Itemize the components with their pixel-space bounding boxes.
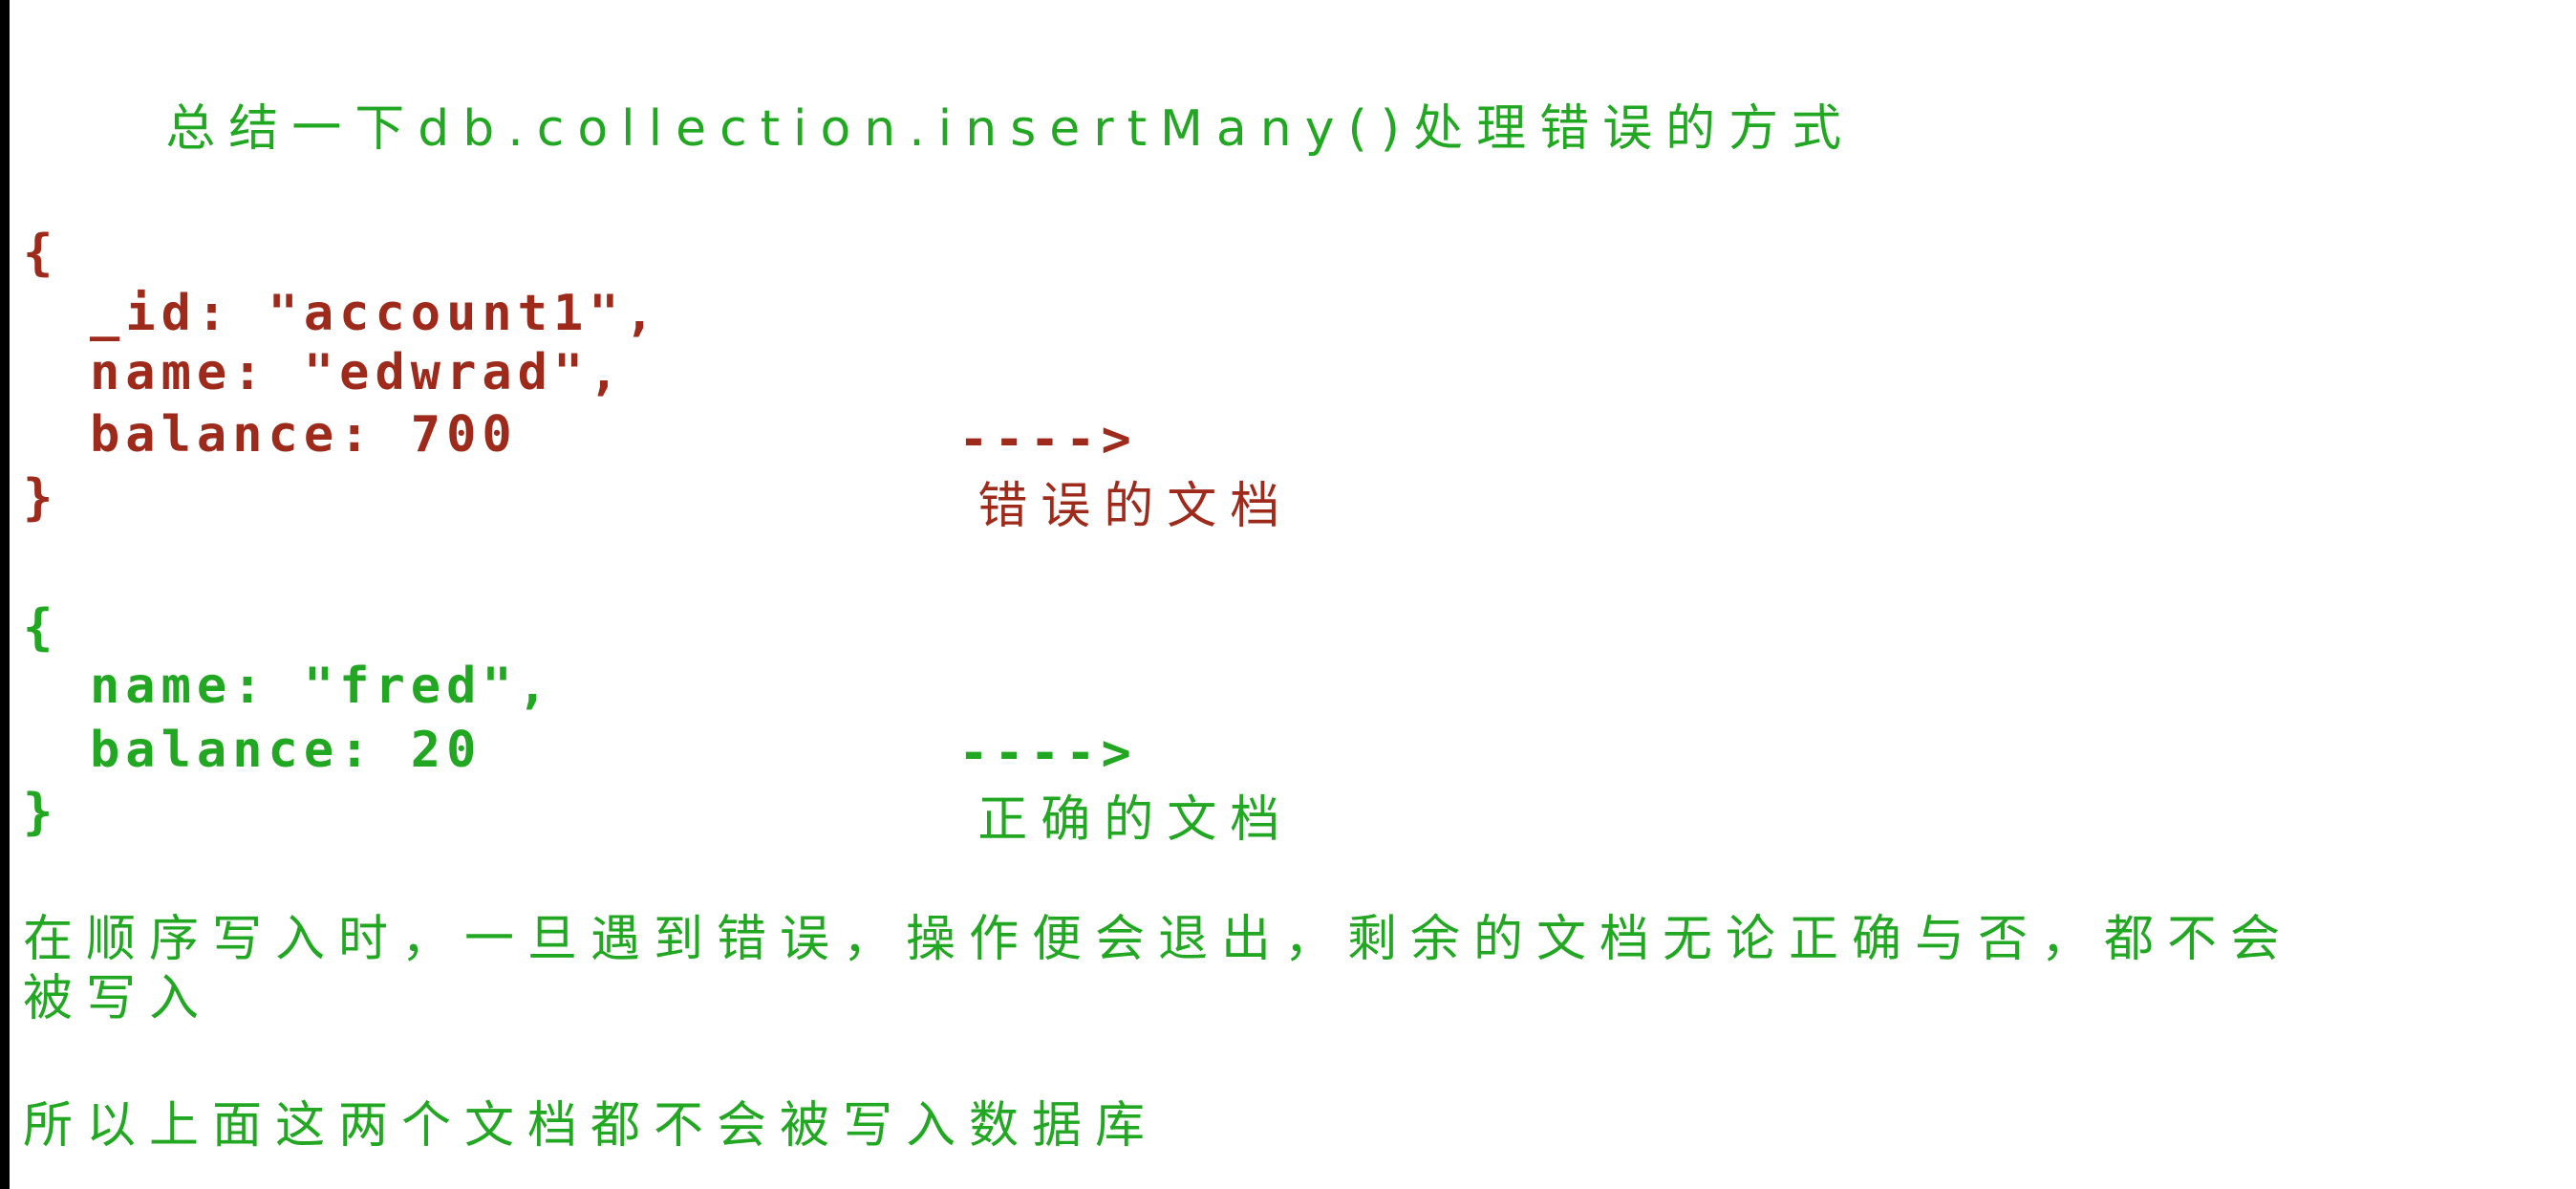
doc1-annotation: ----> 错误的文档 <box>816 339 1293 607</box>
doc2-balance-field: balance: 20 <box>90 722 483 779</box>
doc2-annotation: ----> 正确的文档 <box>816 653 1293 920</box>
explanation-line-1: 在顺序写入时，一旦遇到错误，操作便会退出，剩余的文档无论正确与否，都不会 <box>23 911 2294 968</box>
doc1-id-field: _id: "account1", <box>90 285 660 342</box>
conclusion-line: 所以上面这两个文档都不会被写入数据库 <box>23 1097 1159 1155</box>
explanation-line-2: 被写入 <box>23 970 213 1027</box>
doc1-close-brace: } <box>23 469 59 527</box>
page-title: 总结一下db.collection.insertMany()处理错误的方式 <box>165 100 1856 158</box>
left-border <box>0 0 10 1189</box>
doc2-close-brace: } <box>23 784 59 841</box>
doc1-arrow: ----> <box>958 411 1137 468</box>
doc2-open-brace: { <box>23 599 59 657</box>
doc1-balance-field: balance: 700 <box>90 406 518 464</box>
doc1-label: 错误的文档 <box>977 478 1294 535</box>
doc2-arrow: ----> <box>958 724 1137 782</box>
doc1-name-field: name: "edwrad", <box>90 344 625 401</box>
doc2-name-field: name: "fred", <box>90 658 553 715</box>
doc2-label: 正确的文档 <box>977 791 1294 849</box>
title-line: 总结一下db.collection.insertMany()处理错误的方式 <box>23 29 1855 229</box>
doc1-open-brace: { <box>23 225 59 282</box>
